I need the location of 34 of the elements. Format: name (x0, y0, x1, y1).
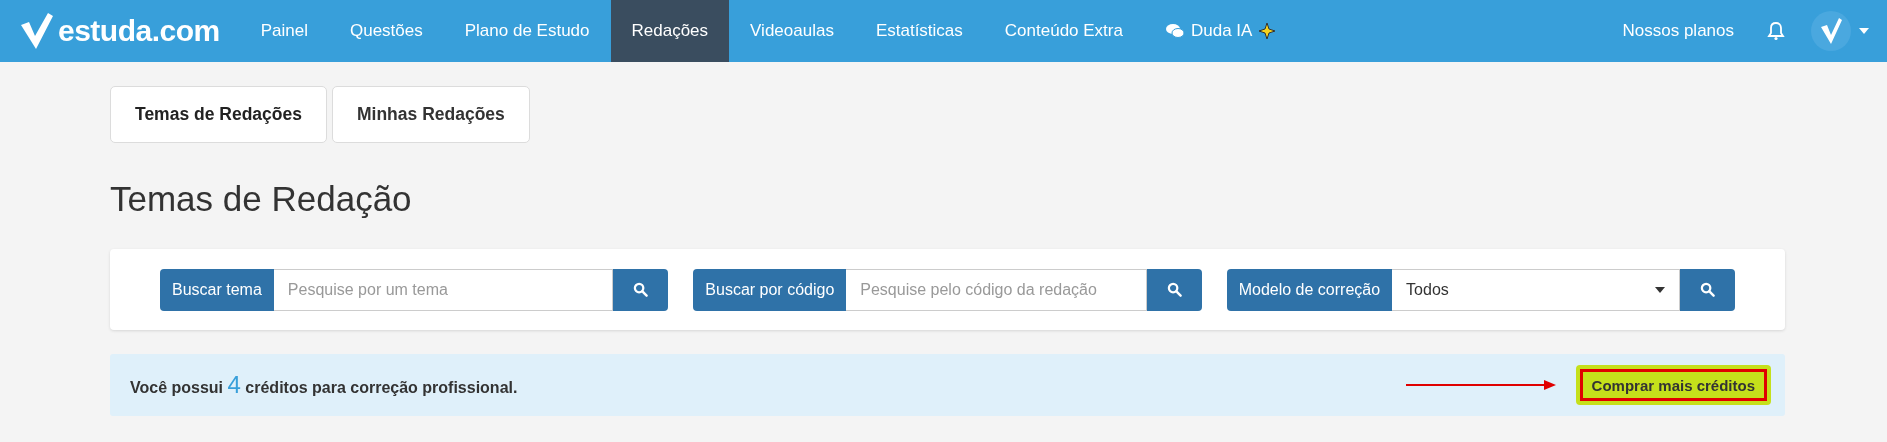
nav-link[interactable]: Conteúdo Extra (983, 0, 1144, 62)
tab[interactable]: Temas de Redações (110, 86, 327, 143)
user-avatar[interactable] (1811, 11, 1851, 51)
chat-bubbles-icon (1164, 23, 1185, 39)
nav-link[interactable]: Redações (610, 0, 730, 62)
field-label: Buscar tema (160, 268, 274, 311)
search-icon (1700, 282, 1715, 297)
search-button[interactable] (1146, 268, 1202, 311)
credits-message: Você possui 4 créditos para correção profissional. (130, 371, 518, 399)
caret-icon (1655, 286, 1665, 293)
nav-link[interactable]: Questões (329, 0, 444, 62)
select-field[interactable]: Todos (1392, 268, 1680, 311)
search-field[interactable]: Pesquise por um tema (273, 268, 614, 311)
bell-icon[interactable] (1767, 21, 1785, 41)
plans-link[interactable]: Nossos planos (1601, 21, 1755, 41)
page-title: Temas de Redação (110, 179, 413, 219)
nav-link[interactable]: Duda IA (1143, 0, 1298, 62)
field-label: Modelo de correção (1226, 268, 1393, 311)
tab[interactable]: Minhas Redações (332, 86, 530, 143)
nav-link[interactable]: Plano de Estudo (443, 0, 611, 62)
search-icon (1166, 282, 1182, 297)
buy-credits-button[interactable]: Comprar mais créditos (1575, 365, 1771, 405)
search-icon (633, 282, 649, 297)
nav-link[interactable]: Videoaulas (729, 0, 855, 62)
search-field[interactable]: Pesquise pelo código da redação (846, 268, 1147, 311)
field-label: Buscar por código (693, 268, 847, 311)
nav-link[interactable]: Estatísticas (854, 0, 984, 62)
sparkle-icon (1258, 22, 1277, 40)
nav-link[interactable]: Painel (239, 0, 329, 62)
logo-text[interactable]: estuda.com (58, 14, 220, 48)
search-button[interactable] (1680, 268, 1735, 311)
search-button[interactable] (613, 268, 669, 311)
checkmark-logo-icon (18, 11, 54, 51)
caret-icon[interactable] (1859, 28, 1869, 34)
